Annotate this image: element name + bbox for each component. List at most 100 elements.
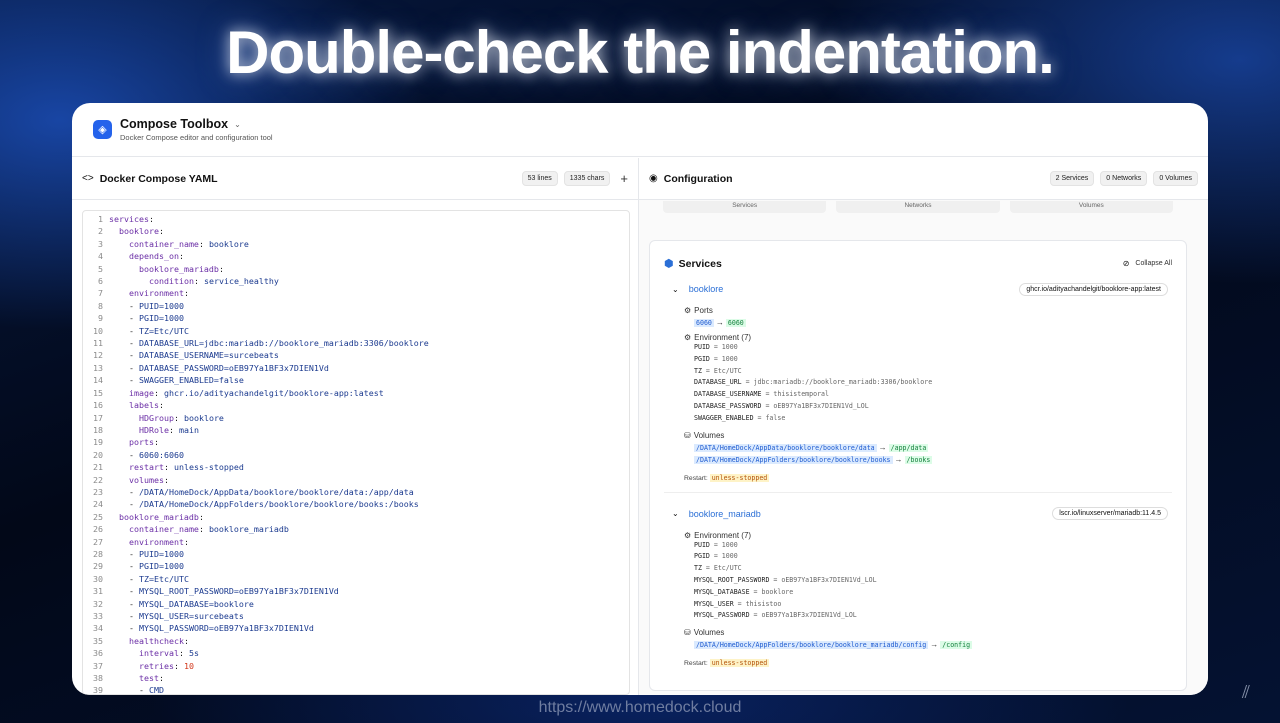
code-token: booklore	[183, 412, 224, 423]
code-line[interactable]: 3 container_name: booklore	[83, 238, 629, 250]
code-token: :	[158, 673, 164, 684]
code-line[interactable]: 2 booklore:	[83, 225, 629, 237]
code-token: main	[178, 424, 199, 435]
environment-label: Environment (7)	[694, 530, 752, 540]
code-line[interactable]: 6 condition: service_healthy	[83, 275, 629, 287]
code-line[interactable]: 38 test:	[83, 672, 629, 684]
chevron-down-icon[interactable]: ⌄	[672, 285, 679, 294]
code-line[interactable]: 14 - SWAGGER_ENABLED=false	[83, 374, 629, 386]
code-line[interactable]: 28 - PUID=1000	[83, 548, 629, 560]
code-line[interactable]: 12 - DATABASE_USERNAME=surcebeats	[83, 349, 629, 361]
restart-policy: unless-stopped	[709, 659, 770, 668]
code-line[interactable]: 10 - TZ=Etc/UTC	[83, 325, 629, 337]
code-line[interactable]: 21 restart: unless-stopped	[83, 461, 629, 473]
app-header: ◈ Compose Toolbox ⌄ Docker Compose edito…	[72, 103, 1208, 157]
disk-icon: ⛁	[684, 628, 691, 638]
service-row-booklore[interactable]: ⌄ booklore ghcr.io/adityachandelgit/book…	[650, 278, 1186, 300]
code-line[interactable]: 15 image: ghcr.io/adityachandelgit/booklo…	[83, 387, 629, 399]
code-token: 6060:6060	[139, 449, 184, 460]
tab-volumes[interactable]: Volumes	[1009, 201, 1173, 213]
port-container: 6060	[725, 319, 746, 327]
code-line[interactable]: 16 labels:	[83, 399, 629, 411]
gear-icon: ⚙	[684, 306, 692, 315]
code-token: :	[198, 511, 204, 522]
code-line[interactable]: 18 HDRole: main	[83, 424, 629, 436]
line-number: 8	[98, 300, 103, 311]
collapse-all-button[interactable]: Collapse All	[1135, 260, 1172, 267]
code-line[interactable]: 17 HDGroup: booklore	[83, 412, 629, 424]
app-title[interactable]: Compose Toolbox	[120, 117, 228, 131]
code-line[interactable]: 8 - PUID=1000	[83, 300, 629, 312]
code-line[interactable]: 9 - PGID=1000	[83, 312, 629, 324]
footer-url: https://www.homedock.cloud	[538, 699, 742, 716]
chevron-down-icon[interactable]: ⌄	[234, 120, 241, 129]
code-token: :	[163, 474, 169, 485]
code-line[interactable]: 36 interval: 5s	[83, 647, 629, 659]
code-token: labels	[129, 400, 159, 411]
code-line[interactable]: 27 environment:	[83, 536, 629, 548]
service-row-booklore-mariadb[interactable]: ⌄ booklore_mariadb lscr.io/linuxserver/m…	[650, 503, 1186, 525]
services-card: ⬢ Services ⊘ Collapse All ⌄ booklore ghc…	[649, 240, 1187, 691]
code-line[interactable]: 39 - CMD	[83, 684, 629, 694]
line-number: 4	[98, 251, 103, 262]
env-var: DATABASE_URL = jdbc:mariadb://booklore_m…	[694, 378, 933, 387]
volumes-label: Volumes	[693, 430, 725, 440]
environment-label: Environment (7)	[694, 333, 752, 342]
code-line[interactable]: 4 depends_on:	[83, 250, 629, 262]
line-number: 5	[98, 263, 103, 274]
code-line[interactable]: 33 - MYSQL_USER=surcebeats	[83, 610, 629, 622]
code-line[interactable]: 24 - /DATA/HomeDock/AppFolders/booklore/b…	[83, 498, 629, 510]
code-token: HDRole	[139, 424, 169, 435]
code-line[interactable]: 37 retries: 10	[83, 660, 629, 672]
code-line[interactable]: 30 - TZ=Etc/UTC	[83, 573, 629, 585]
code-line[interactable]: 19 ports:	[83, 436, 629, 448]
code-token: :	[193, 276, 204, 287]
code-token: environment	[129, 288, 184, 299]
code-icon: <>	[82, 173, 94, 184]
code-token: unless-stopped	[173, 462, 244, 473]
code-line[interactable]: 31 - MYSQL_ROOT_PASSWORD=oEB97Ya1BF3x7DIE…	[83, 585, 629, 597]
code-line[interactable]: 20 - 6060:6060	[83, 449, 629, 461]
service-name[interactable]: booklore	[689, 284, 724, 294]
code-line[interactable]: 32 - MYSQL_DATABASE=booklore	[83, 598, 629, 610]
code-token: DATABASE_URL=jdbc:mariadb://booklore_mar…	[139, 338, 429, 349]
code-lines[interactable]: 1 services: 2 booklore: 3 container_name: boo…	[83, 211, 629, 694]
code-line[interactable]: 34 - MYSQL_PASSWORD=oEB97Ya1BF3x7DIEN1Vd	[83, 622, 629, 634]
code-line[interactable]: 7 environment:	[83, 287, 629, 299]
line-number: 12	[93, 350, 103, 361]
tab-services[interactable]: Services	[663, 201, 827, 213]
code-token: 5s	[188, 648, 199, 659]
code-token: ghcr.io/adityachandelgit/booklore-app:la…	[163, 387, 384, 398]
line-number: 11	[93, 338, 103, 349]
code-token: -	[129, 499, 139, 510]
code-token: :	[153, 387, 164, 398]
code-line[interactable]: 29 - PGID=1000	[83, 560, 629, 572]
code-line[interactable]: 1 services:	[83, 213, 629, 225]
tab-networks[interactable]: Networks	[836, 201, 1000, 213]
code-line[interactable]: 23 - /DATA/HomeDock/AppData/booklore/book…	[83, 486, 629, 498]
code-token: :	[178, 648, 189, 659]
code-line[interactable]: 22 volumes:	[83, 474, 629, 486]
service-name[interactable]: booklore_mariadb	[689, 509, 761, 519]
code-line[interactable]: 11 - DATABASE_URL=jdbc:mariadb://booklore…	[83, 337, 629, 349]
code-line[interactable]: 13 - DATABASE_PASSWORD=oEB97Ya1BF3x7DIEN1…	[83, 362, 629, 374]
code-editor[interactable]: 1 services: 2 booklore: 3 container_name: boo…	[82, 210, 630, 695]
code-line[interactable]: 35 healthcheck:	[83, 635, 629, 647]
code-line[interactable]: 26 container_name: booklore_mariadb	[83, 523, 629, 535]
chars-badge: 1335 chars	[563, 171, 611, 186]
yaml-pane-header: <> Docker Compose YAML 53 lines 1335 cha…	[72, 158, 638, 200]
code-token: :	[153, 437, 159, 448]
restart-label: Restart:	[684, 474, 708, 482]
headline: Double-check the indentation.	[226, 19, 1055, 86]
line-number: 3	[98, 238, 103, 249]
add-button[interactable]: +	[620, 171, 628, 186]
code-line[interactable]: 5 booklore_mariadb:	[83, 263, 629, 275]
code-token: :	[158, 226, 164, 237]
code-line[interactable]: 25 booklore_mariadb:	[83, 511, 629, 523]
gear-icon: ⚙	[684, 333, 692, 342]
code-token: MYSQL_ROOT_PASSWORD=oEB97Ya1BF3x7DIEN1Vd	[139, 586, 339, 597]
code-token: image	[129, 387, 154, 398]
chevron-down-icon[interactable]: ⌄	[672, 509, 679, 518]
environment-list: PUID = 1000 PGID = 1000 TZ = Etc/UTC DATABA…	[684, 342, 1186, 425]
code-token: -	[129, 611, 139, 621]
